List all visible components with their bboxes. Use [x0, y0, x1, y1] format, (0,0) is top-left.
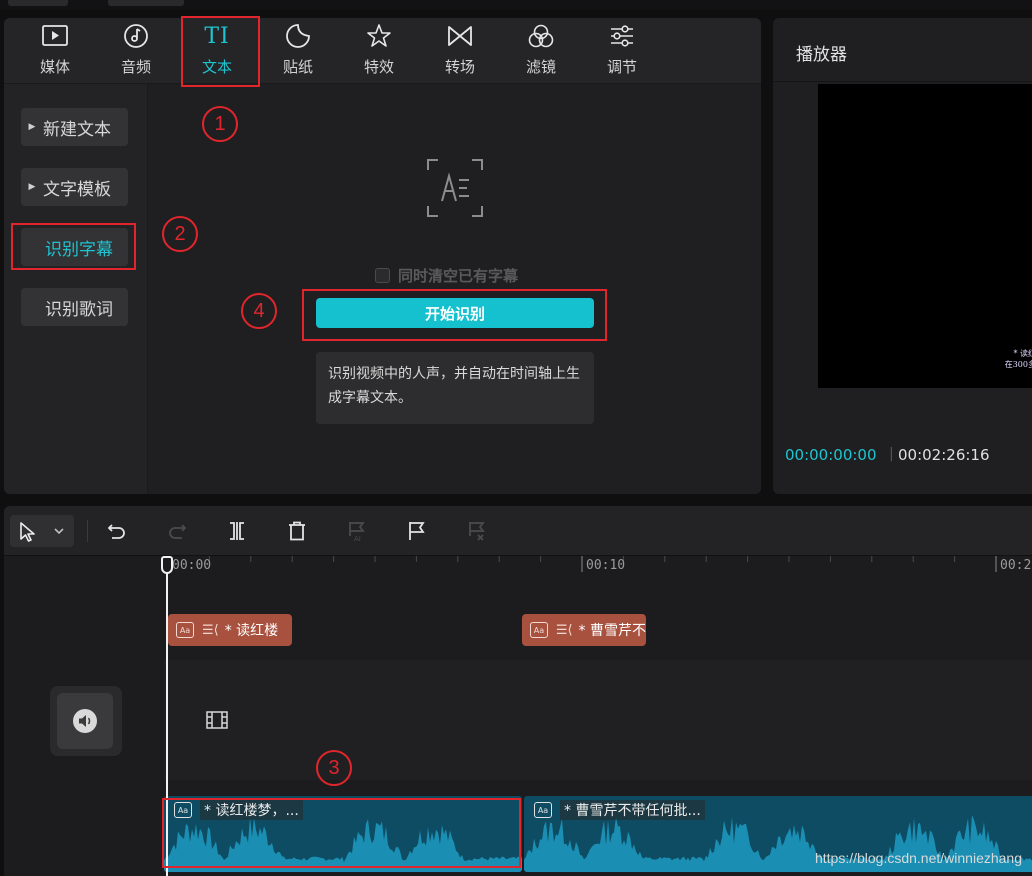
video-preview[interactable]: * 读红楼 在300多个 — [818, 84, 1032, 388]
recognition-description: 识别视频中的人声，并自动在时间轴上生成字幕文本。 — [316, 352, 594, 424]
subtitle-clip[interactable]: Aa ☰⟨ * 读红楼 — [168, 614, 292, 646]
sidebar-item-new-text[interactable]: ▶ 新建文本 — [21, 108, 128, 146]
split-button[interactable] — [221, 515, 253, 547]
add-marker-button[interactable] — [401, 515, 433, 547]
timeline-toolbar: AI — [4, 506, 1032, 556]
top-menu-strip — [0, 0, 1032, 10]
chevron-down-icon — [54, 528, 64, 535]
subtitle-clip-text: * 读红楼 — [224, 623, 279, 639]
redo-icon — [169, 524, 187, 539]
remove-marker-button[interactable] — [461, 515, 493, 547]
sticker-icon — [284, 22, 312, 50]
flag-icon — [409, 522, 425, 540]
sidebar-item-label: 文字模板 — [43, 179, 111, 200]
annotation-box-text-tab — [181, 16, 260, 87]
text-clip-icon: Aa — [530, 622, 548, 638]
tab-audio[interactable]: 音频 — [101, 22, 171, 84]
music-note-icon — [122, 22, 150, 50]
split-icon — [230, 522, 244, 540]
tab-label: 滤镜 — [525, 58, 556, 76]
play-box-icon — [41, 22, 69, 50]
clip-label: Aa * 曹雪芹不带任何批... — [534, 800, 705, 820]
total-timecode: 00:02:26:16 — [898, 446, 990, 464]
sidebar-item-label: 新建文本 — [43, 119, 111, 140]
tab-label: 特效 — [363, 58, 394, 76]
player-title: 播放器 — [796, 45, 847, 65]
ai-flag-icon: AI — [349, 522, 365, 542]
clip-text: * 曹雪芹不带任何批... — [560, 800, 705, 820]
text-clip-icon: Aa — [534, 802, 552, 818]
expand-arrow-icon: ▶ — [28, 122, 36, 132]
preview-subtitle-line: * 读红楼 — [1013, 349, 1032, 358]
sparkle-star-icon — [365, 22, 393, 50]
time-ruler[interactable]: 00:00 00:10 00:2 — [164, 556, 1032, 584]
trash-icon — [289, 521, 305, 541]
text-clip-icon: Aa — [176, 622, 194, 638]
film-strip-icon — [206, 711, 228, 733]
current-timecode: 00:00:00:00 — [785, 446, 877, 464]
undo-button[interactable] — [101, 515, 133, 547]
checkbox-box[interactable] — [375, 268, 390, 283]
annotation-number: 2 — [162, 216, 198, 252]
menu-remnant — [8, 0, 68, 6]
annotation-box-start-button — [302, 289, 607, 341]
sidebar-item-label: 识别歌词 — [45, 299, 113, 320]
auto-caption-icon — [426, 158, 484, 222]
undo-icon — [107, 524, 125, 539]
cursor-arrow-icon — [20, 522, 35, 542]
main-video-track[interactable] — [164, 660, 1032, 780]
player-panel: 播放器 * 读红楼 在300多个 00:00:00:00 | 00:02:26:… — [773, 18, 1032, 494]
tab-label: 贴纸 — [282, 58, 313, 76]
delete-button[interactable] — [281, 515, 313, 547]
tab-adjust[interactable]: 调节 — [587, 22, 657, 84]
tab-label: 音频 — [120, 58, 151, 76]
clear-subtitle-checkbox[interactable]: 同时清空已有字幕 — [375, 265, 518, 286]
annotation-number: 1 — [202, 106, 238, 142]
filter-circles-icon — [527, 22, 555, 50]
text-sidebar: ▶ 新建文本 ▶ 文字模板 识别字幕 识别歌词 — [4, 84, 148, 494]
track-audio-control — [50, 686, 122, 756]
tab-label: 调节 — [606, 58, 637, 76]
playhead-handle[interactable] — [161, 556, 173, 574]
tab-label: 媒体 — [39, 58, 70, 76]
annotation-number: 4 — [241, 293, 277, 329]
tab-effects[interactable]: 特效 — [344, 22, 414, 84]
subtitle-lines-icon: ☰⟨ — [555, 622, 573, 638]
watermark-text: https://blog.csdn.net/winniezhang — [814, 850, 1022, 866]
timecode-separator: | — [889, 446, 894, 462]
bowtie-transition-icon — [446, 22, 474, 50]
category-tab-bar: 媒体 音频 TI 文本 贴纸 特效 转场 滤镜 调节 — [4, 18, 761, 84]
sidebar-item-text-template[interactable]: ▶ 文字模板 — [21, 168, 128, 206]
ruler-label: 00:00 — [172, 558, 212, 573]
menu-remnant — [108, 0, 184, 6]
redo-button[interactable] — [161, 515, 193, 547]
sidebar-item-recognize-lyrics[interactable]: 识别歌词 — [21, 288, 128, 326]
app-window: 媒体 音频 TI 文本 贴纸 特效 转场 滤镜 调节 ▶ 新建文本 ▶ 文字模板… — [0, 0, 1032, 876]
mute-button[interactable] — [57, 693, 113, 749]
preview-subtitle-line: 在300多个 — [1004, 360, 1032, 369]
checkbox-label: 同时清空已有字幕 — [398, 267, 519, 285]
tab-filter[interactable]: 滤镜 — [506, 22, 576, 84]
adjust-sliders-icon — [608, 22, 636, 50]
toolbar-divider — [87, 520, 88, 542]
tab-label: 转场 — [444, 58, 475, 76]
ai-marker-button[interactable]: AI — [341, 515, 373, 547]
select-tool-button[interactable] — [10, 515, 74, 547]
speaker-icon — [73, 709, 97, 733]
subtitle-clip-text: * 曹雪芹不 — [578, 623, 646, 639]
ruler-label: 00:10 — [586, 558, 626, 573]
subtitle-lines-icon: ☰⟨ — [202, 622, 219, 638]
tab-transition[interactable]: 转场 — [425, 22, 495, 84]
annotation-box-audio-clip — [162, 798, 521, 868]
expand-arrow-icon: ▶ — [28, 182, 36, 192]
tab-sticker[interactable]: 贴纸 — [263, 22, 333, 84]
ruler-label: 00:2 — [1000, 558, 1032, 573]
flag-remove-icon — [469, 522, 485, 541]
svg-text:AI: AI — [354, 535, 361, 542]
tab-media[interactable]: 媒体 — [20, 22, 90, 84]
annotation-number: 3 — [316, 750, 352, 786]
annotation-box-recognize-subtitle — [11, 223, 136, 270]
subtitle-clip[interactable]: Aa ☰⟨ * 曹雪芹不 — [522, 614, 646, 646]
